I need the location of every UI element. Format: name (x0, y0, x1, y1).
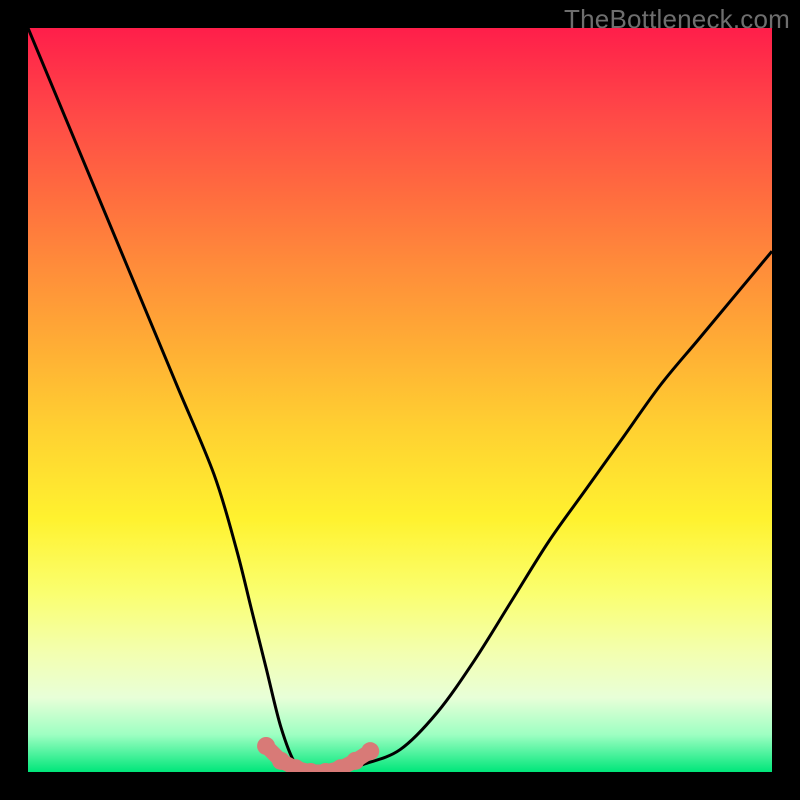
marker-dot (257, 737, 275, 755)
watermark-text: TheBottleneck.com (564, 4, 790, 35)
chart-frame: TheBottleneck.com (0, 0, 800, 800)
plot-area (28, 28, 772, 772)
curve-layer (28, 28, 772, 772)
marker-dot (346, 752, 364, 770)
marker-dot (361, 742, 379, 760)
bottom-markers (257, 737, 379, 772)
bottleneck-curve (28, 28, 772, 772)
